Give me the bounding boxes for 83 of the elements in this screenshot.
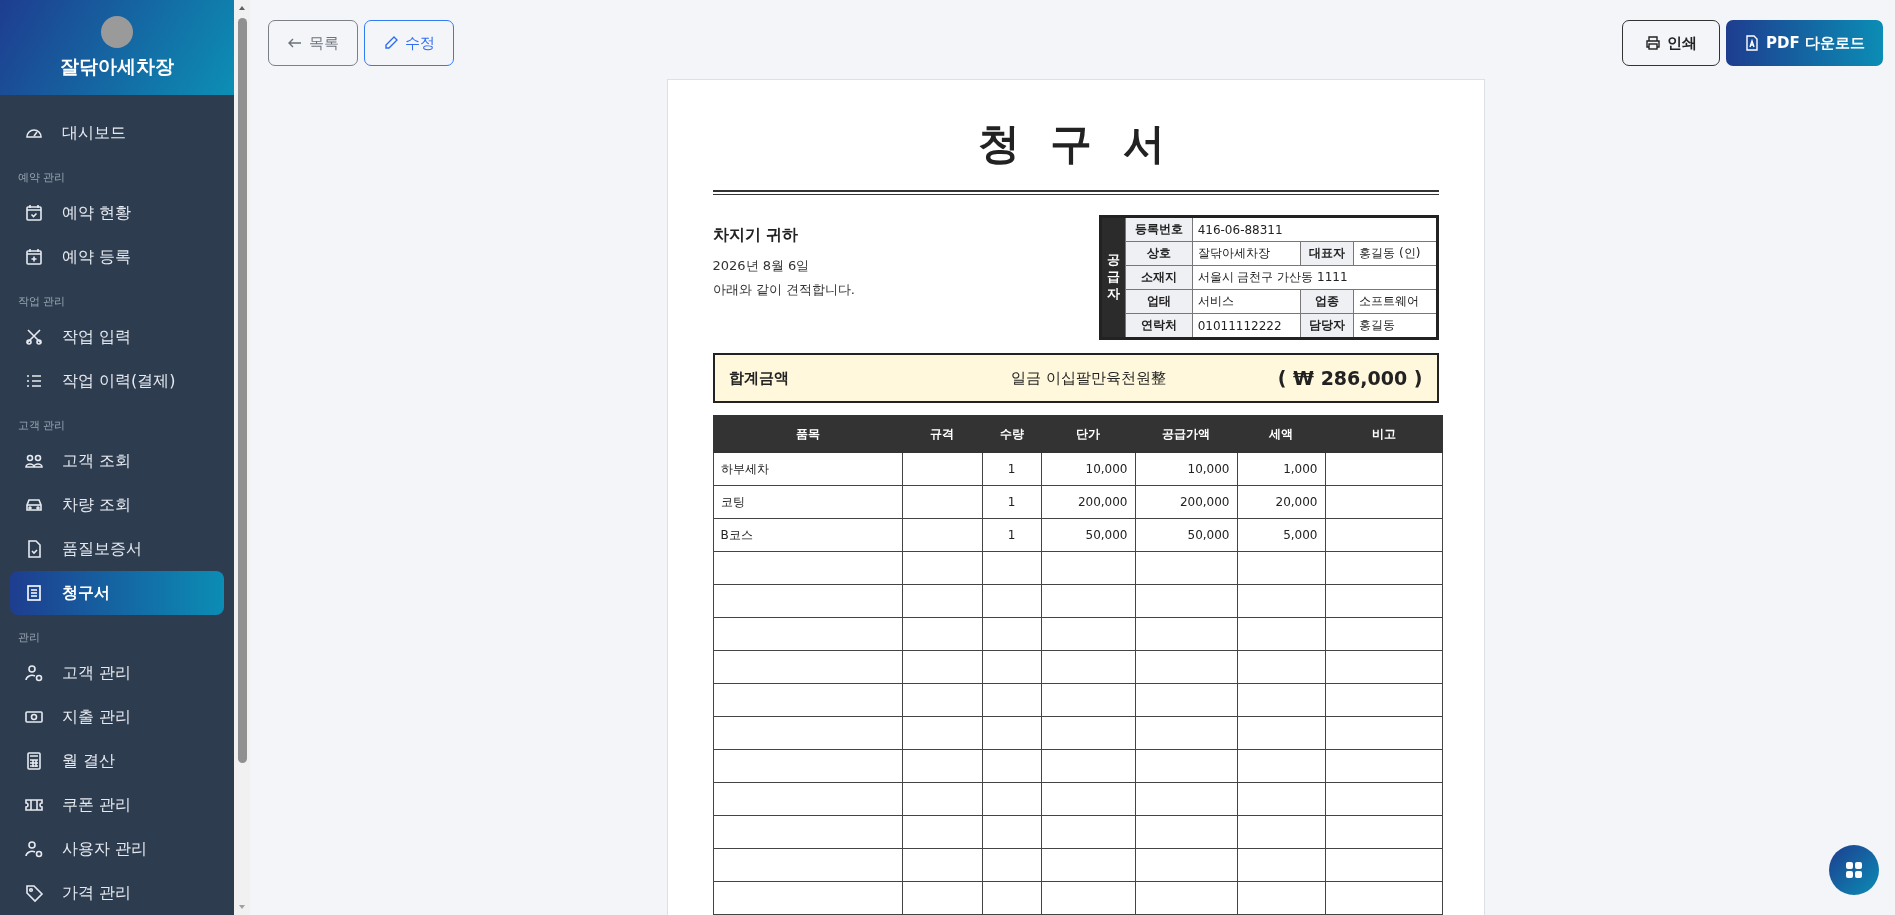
recipient-text: 차지기 귀하 xyxy=(712,225,800,246)
logo-photo-placeholder xyxy=(101,15,133,48)
date-text: 2026년 8월 6일 xyxy=(712,257,811,275)
printer-icon xyxy=(1645,35,1662,51)
supplier-value: 잘닦아세차장 xyxy=(1192,241,1301,266)
empty-table-cell xyxy=(982,782,1041,816)
calc-icon xyxy=(24,751,44,771)
table-cell: 10,000 xyxy=(1041,452,1135,486)
total-in-words: 일금 이십팔만육천원整 xyxy=(1010,368,1166,388)
total-label: 합계금액 xyxy=(728,368,789,388)
print-button[interactable]: 인쇄 xyxy=(1622,20,1721,66)
table-cell: 하부세차 xyxy=(713,452,902,486)
grid-icon xyxy=(1844,860,1864,880)
empty-table-cell xyxy=(982,848,1041,882)
supplier-heading: 공급자 xyxy=(1100,216,1125,339)
nav-item[interactable]: 사용자 관리 xyxy=(10,827,224,871)
tag-icon xyxy=(24,883,44,903)
table-cell: 1,000 xyxy=(1237,452,1325,486)
table-cell: 10,000 xyxy=(1135,452,1237,486)
table-cell: 200,000 xyxy=(1135,485,1237,519)
table-cell: 1 xyxy=(982,518,1041,552)
empty-table-cell xyxy=(982,815,1041,849)
nav-item[interactable]: 쿠폰 관리 xyxy=(10,783,224,827)
user-gear-icon xyxy=(24,663,44,683)
table-cell: 1 xyxy=(982,485,1041,519)
nav-item[interactable]: 지출 관리 xyxy=(10,695,224,739)
empty-table-cell xyxy=(982,617,1041,651)
nav-item[interactable]: 고객 관리 xyxy=(10,651,224,695)
nav-section-label: 관리 xyxy=(17,630,41,646)
receipt-icon xyxy=(24,583,44,603)
edit-button[interactable]: 수정 xyxy=(364,20,454,66)
nav-item[interactable]: 월 결산 xyxy=(10,739,224,783)
nav-item[interactable]: 예약 현황 xyxy=(10,191,224,235)
note-text: 아래와 같이 견적합니다. xyxy=(712,281,855,299)
scrollbar[interactable] xyxy=(234,0,250,915)
table-cell: 5,000 xyxy=(1237,518,1325,552)
nav-section-label: 예약 관리 xyxy=(17,170,67,186)
pencil-icon xyxy=(383,35,399,51)
scrollbar-thumb[interactable] xyxy=(237,18,247,763)
empty-table-cell xyxy=(982,551,1041,585)
empty-table-cell xyxy=(982,749,1041,783)
pdf-button[interactable]: PDF 다운로드 xyxy=(1726,20,1883,66)
nav-section-label: 고객 관리 xyxy=(17,418,67,434)
table-cell: 20,000 xyxy=(1237,485,1325,519)
empty-table-cell xyxy=(982,650,1041,684)
column-header: 비고 xyxy=(1325,415,1442,453)
nav-item[interactable]: 작업 이력(결제) xyxy=(10,359,224,403)
table-cell: 50,000 xyxy=(1135,518,1237,552)
column-header: 수량 xyxy=(982,415,1041,453)
nav-item[interactable]: 대시보드 xyxy=(10,111,224,155)
table-cell: 200,000 xyxy=(1041,485,1135,519)
tools-icon xyxy=(24,327,44,347)
empty-table-cell xyxy=(982,683,1041,717)
column-header: 품목 xyxy=(713,415,902,453)
supplier-value: 서비스 xyxy=(1192,289,1301,314)
nav-item[interactable]: 가격 관리 xyxy=(10,871,224,915)
empty-table-cell xyxy=(982,584,1041,618)
invoice-title: 청 구 서 xyxy=(976,118,1175,170)
column-header: 세액 xyxy=(1237,415,1325,453)
back-button[interactable]: 목록 xyxy=(268,20,358,66)
nav-item[interactable]: 청구서 xyxy=(10,571,224,615)
nav-item[interactable]: 차량 조회 xyxy=(10,483,224,527)
brand-name: 잘닦아세차장 xyxy=(60,53,174,79)
table-cell: 1 xyxy=(982,452,1041,486)
user-gear-icon xyxy=(24,839,44,859)
column-header: 규격 xyxy=(902,415,982,453)
column-header: 단가 xyxy=(1041,415,1135,453)
table-cell: B코스 xyxy=(713,518,902,552)
nav-section-label: 작업 관리 xyxy=(17,294,67,310)
empty-table-cell xyxy=(982,881,1041,915)
pdf-file-icon xyxy=(1744,35,1761,51)
nav-item[interactable]: 고객 조회 xyxy=(10,439,224,483)
nav-item[interactable]: 작업 입력 xyxy=(10,315,224,359)
table-cell: 코팅 xyxy=(713,485,902,519)
nav-item[interactable]: 예약 등록 xyxy=(10,235,224,279)
empty-table-cell xyxy=(982,716,1041,750)
total-amount: ( ₩ 286,000 ) xyxy=(1277,367,1423,389)
nav-item[interactable]: 품질보증서 xyxy=(10,527,224,571)
column-header: 공급가액 xyxy=(1135,415,1237,453)
cal-plus-icon xyxy=(24,247,44,267)
supplier-label: 등록번호 xyxy=(1125,216,1193,242)
table-cell: 50,000 xyxy=(1041,518,1135,552)
cal-check-icon xyxy=(24,203,44,223)
